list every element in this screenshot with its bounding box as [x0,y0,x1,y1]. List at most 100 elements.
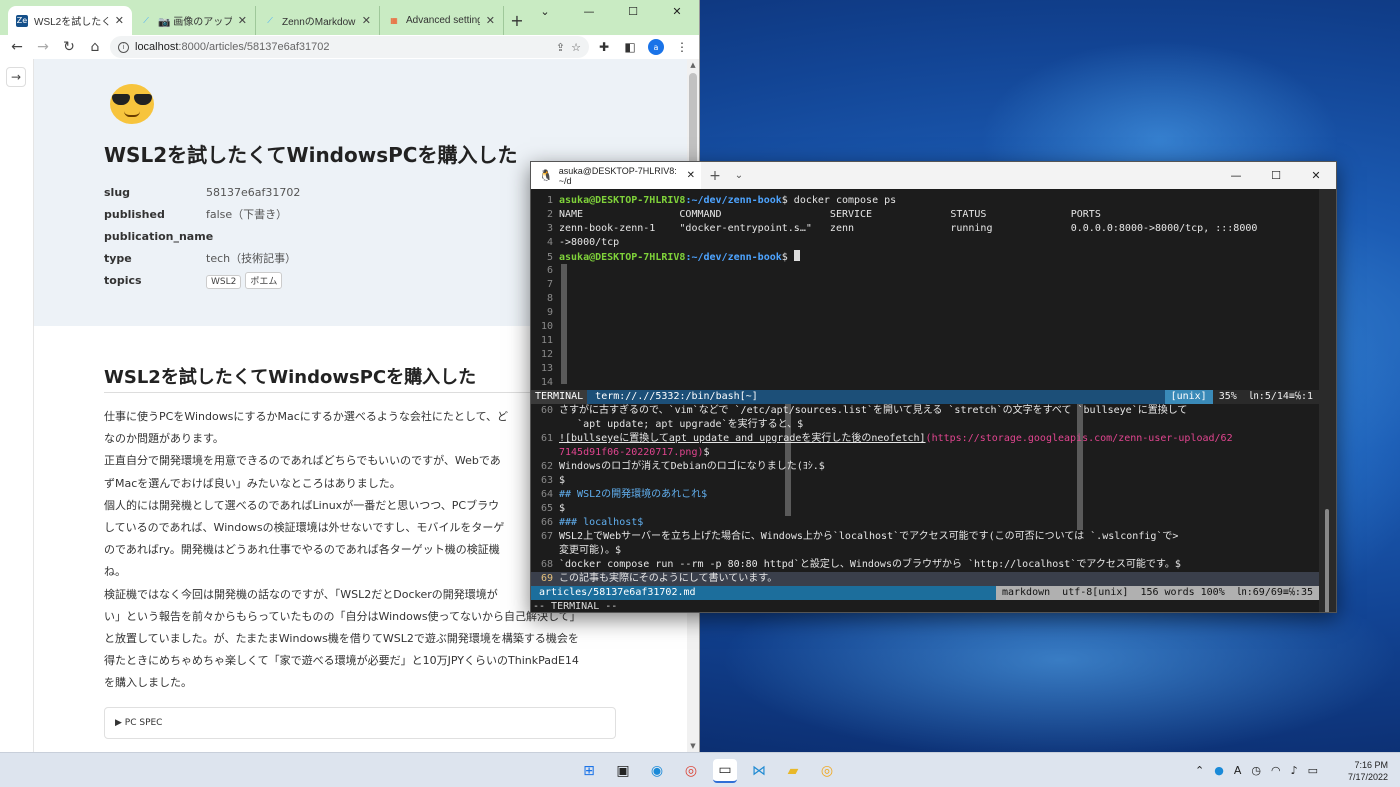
star-icon[interactable]: ☆ [571,41,581,54]
chevron-up-icon[interactable]: ⌃ [1195,764,1204,777]
mode-line: -- TERMINAL -- [533,601,618,612]
terminal-line: 8 [546,293,553,304]
editor-line: 61 ![bullseyeに置換してapt update and upgradeを… [540,433,1233,444]
wifi-icon[interactable]: ◠ [1271,764,1281,777]
indent-guide [561,264,567,384]
property-row: topics WSL2 ポエム [104,269,300,291]
maximize-button[interactable]: ☐ [1256,162,1296,189]
share-icon[interactable]: ⇪ [556,41,565,54]
terminal-tab-title: asuka@DESKTOP-7HLRIV8: ~/d [558,165,677,186]
terminal-line: 5 asuka@DESKTOP-7HLRIV8:~/dev/zenn-book$ [531,250,1319,264]
expand-sidebar-icon[interactable]: → [6,67,26,87]
editor-line: 62 Windowsのロゴが消えてDebianのロゴになりました(ﾖｼ.$ [540,461,825,472]
pc-spec-details[interactable]: ▶ PC SPEC [104,707,616,739]
avatar: a [648,39,664,55]
minimize-button[interactable]: — [567,0,611,22]
terminal-window: 🐧 asuka@DESKTOP-7HLRIV8: ~/d ✕ + ⌄ — ☐ ✕… [530,161,1337,613]
profile-button[interactable]: a [645,36,667,58]
terminal-screen[interactable]: 1 asuka@DESKTOP-7HLRIV8:~/dev/zenn-book$ … [531,189,1319,612]
close-tab-icon[interactable]: ✕ [486,14,495,27]
reload-button[interactable]: ↻ [58,36,80,58]
home-button[interactable]: ⌂ [84,36,106,58]
chrome-icon[interactable]: ◎ [679,759,703,783]
battery-icon[interactable]: ▭ [1308,764,1318,777]
topic-chip[interactable]: WSL2 [206,274,242,289]
close-button[interactable]: ✕ [655,0,699,22]
editor-pane[interactable]: 60 さすがに古すぎるので、`vim`などで `/etc/apt/sources.… [531,404,1319,586]
close-tab-icon[interactable]: ✕ [362,14,371,27]
article-properties: slug 58137e6af31702 published false（下書き） p… [104,181,300,291]
terminal-scrollbar[interactable] [1319,189,1336,612]
vscode-icon[interactable]: ⋈ [747,759,771,783]
clock[interactable]: 7:16 PM 7/17/2022 [1328,759,1388,783]
zenn-favicon-icon: Ze [16,14,28,27]
clock-app-icon[interactable]: ◷ [1251,764,1261,777]
terminal-line: 7 [546,279,553,290]
clock-date: 7/17/2022 [1347,771,1388,782]
terminal-tab-strip: 🐧 asuka@DESKTOP-7HLRIV8: ~/d ✕ + ⌄ — ☐ ✕ [531,162,1336,189]
more-menu-icon[interactable]: ⋮ [671,36,693,58]
close-tab-icon[interactable]: ✕ [115,14,124,27]
extensions-icon[interactable]: ✚ [593,36,615,58]
article-heading: WSL2を試したくてWindowsPCを購入した [104,367,477,388]
close-button[interactable]: ✕ [1296,162,1336,189]
close-tab-icon[interactable]: ✕ [238,14,247,27]
terminal-line: 9 [546,307,553,318]
editor-line: 67 WSL2上でWebサーバーを立ち上げた場合に、Windows上から`loca… [540,531,1179,542]
terminal-line: 11 [540,335,553,346]
maximize-button[interactable]: ☐ [611,0,655,22]
property-row: slug 58137e6af31702 [104,185,301,199]
taskbar: ⊞ ▣ ◉ ◎ ▭ ⋈ ▰ ◎ ⌃ ● A ◷ ◠ ♪ ▭ 7:16 PM 7/… [0,752,1400,787]
linux-penguin-icon: 🐧 [539,170,553,182]
task-view-icon[interactable]: ▣ [611,759,635,783]
terminal-line: 3 zenn-book-zenn-1 "docker-entrypoint.s…"… [546,223,1258,234]
topic-chip[interactable]: ポエム [245,271,283,289]
side-panel-icon[interactable]: ◧ [619,36,641,58]
terminal-icon[interactable]: ▭ [713,758,737,783]
editor-line: `apt update; apt upgrade`を実行すると、$ [559,419,804,430]
terminal-tab[interactable]: 🐧 asuka@DESKTOP-7HLRIV8: ~/d ✕ [531,162,701,189]
property-row: type tech（技術記事） [104,251,297,266]
windows-start-icon[interactable]: ⊞ [577,759,601,783]
chrome-canary-icon[interactable]: ◎ [815,759,839,783]
terminal-line: 4 ->8000/tcp [546,237,620,248]
chevron-down-icon[interactable]: ⌄ [729,170,749,181]
editor-line: 変更可能)。$ [559,545,622,556]
terminal-line: 1 asuka@DESKTOP-7HLRIV8:~/dev/zenn-book$ … [546,195,897,206]
tab-title: ZennのMarkdown記 [282,17,356,28]
microsoft-favicon-icon: ▦ [390,16,398,25]
forward-button[interactable]: → [32,36,54,58]
ime-indicator[interactable]: A [1234,764,1242,777]
taskbar-apps: ⊞ ▣ ◉ ◎ ▭ ⋈ ▰ ◎ [577,753,839,787]
property-row: publication_name [104,229,214,243]
window-controls: — ☐ ✕ [1216,162,1336,189]
browser-tab[interactable]: ⟋ ZennのMarkdown記 ✕ [256,6,380,35]
file-explorer-icon[interactable]: ▰ [781,759,805,783]
info-icon[interactable]: i [118,41,129,53]
window-controls: ⌄ — ☐ ✕ [523,0,699,22]
browser-toolbar: ← → ↻ ⌂ i localhost:8000/articles/58137e… [0,35,699,59]
close-tab-icon[interactable]: ✕ [687,170,695,181]
address-bar[interactable]: i localhost:8000/articles/58137e6af31702… [110,36,589,58]
edge-icon[interactable]: ◉ [645,759,669,783]
onedrive-icon[interactable]: ● [1214,764,1224,777]
browser-tab[interactable]: ▦ Advanced settings ✕ [380,6,504,35]
url-text: localhost:8000/articles/58137e6af31702 [135,41,550,53]
tab-title: WSL2を試したくてWin [34,17,109,28]
browser-tab[interactable]: Ze WSL2を試したくてWin ✕ [8,6,132,35]
terminal-statusline: TERMINAL term://.//5332:/bin/bash[~] [un… [531,390,1319,404]
new-tab-button[interactable]: + [701,168,729,184]
text-cursor [793,250,800,261]
terminal-line: 12 [540,349,553,360]
sunglasses-emoji-icon [110,84,154,124]
back-button[interactable]: ← [6,36,28,58]
editor-line: 64 ## WSL2の開発環境のあれこれ$ [540,489,708,500]
editor-current-line: 69 この記事も実際にそのようにして書いています。 [531,572,1319,586]
browser-tab[interactable]: ⟋ 📷 画像のアップロード ✕ [132,6,256,35]
volume-icon[interactable]: ♪ [1291,764,1298,777]
tab-title: Advanced settings [406,15,480,26]
terminal-line: 13 [540,363,553,374]
minimize-button[interactable]: — [1216,162,1256,189]
chevron-down-icon[interactable]: ⌄ [523,0,567,22]
url-host: localhost [135,41,179,53]
